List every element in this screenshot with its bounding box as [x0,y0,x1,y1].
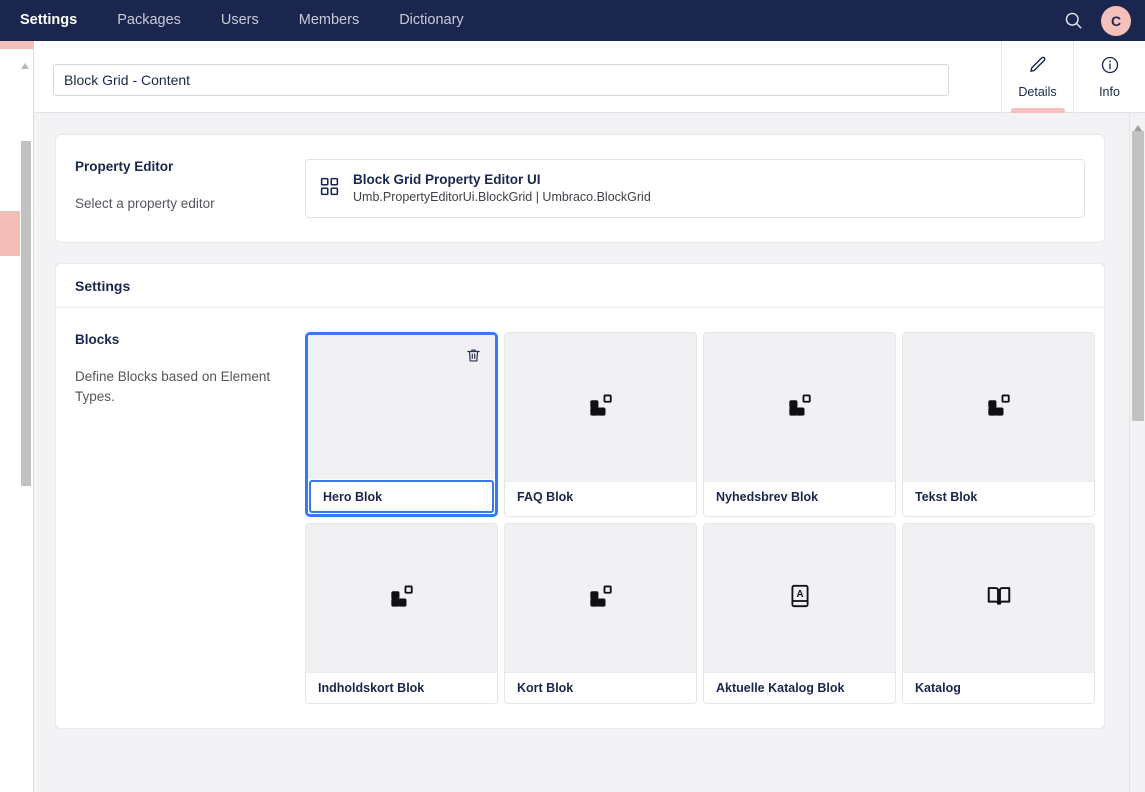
block-grid-icon [986,392,1012,423]
nav-item-packages[interactable]: Packages [97,0,201,41]
property-editor-card-body: Property Editor Select a property editor [56,135,1104,242]
editor-header: Details Info [34,41,1145,113]
block-card[interactable]: Hero Blok [305,332,498,517]
scroll-up-arrow-icon[interactable] [1133,119,1143,127]
selected-property-editor-alias: Umb.PropertyEditorUi.BlockGrid | Umbraco… [353,189,651,206]
top-navbar: Settings Packages Users Members Dictiona… [0,0,1145,41]
editor-title-input[interactable] [53,64,949,96]
navbar-right-actions: C [1059,0,1131,41]
block-card-name: Tekst Blok [903,481,1094,512]
sidebar-scrollbar-thumb[interactable] [21,141,31,486]
property-editor-label: Property Editor [75,159,289,174]
block-card[interactable]: FAQ Blok [504,332,697,517]
settings-card-body: Blocks Define Blocks based on Element Ty… [56,308,1104,728]
block-card[interactable]: Tekst Blok [902,332,1095,517]
nav-item-settings[interactable]: Settings [0,0,97,41]
editor-tabs: Details Info [1001,41,1145,113]
block-card[interactable]: A Aktuelle Katalog Blok [703,523,896,704]
property-editor-label-column: Property Editor Select a property editor [75,159,305,218]
grid-four-squares-icon [319,176,340,202]
editor-content-area: Property Editor Select a property editor [34,113,1145,792]
property-editor-description: Select a property editor [75,194,289,214]
tab-details-label: Details [1018,85,1056,99]
selected-property-editor-box[interactable]: Block Grid Property Editor UI Umb.Proper… [305,159,1085,218]
block-card-thumbnail [505,524,696,672]
address-book-icon: A [787,583,813,614]
block-card-thumbnail [903,333,1094,481]
content-scrollbar-thumb[interactable] [1132,131,1144,421]
blocks-grid: Hero Blok FAQ Blok Nyhedsbrev Blok Tekst Bl… [305,332,1095,704]
block-card-name: FAQ Blok [505,481,696,512]
tab-info[interactable]: Info [1073,41,1145,113]
block-card-name: Aktuelle Katalog Blok [704,672,895,703]
settings-card: Settings Blocks Define Blocks based on E… [55,263,1105,729]
sidebar-scroll-up-arrow[interactable] [20,57,30,65]
block-card-thumbnail [306,524,497,672]
settings-card-heading: Settings [56,264,1104,308]
block-card[interactable]: Kort Blok [504,523,697,704]
pencil-icon [1028,55,1048,80]
block-card-thumbnail [903,524,1094,672]
block-card[interactable]: Nyhedsbrev Blok [703,332,896,517]
sidebar-active-highlight [0,211,20,256]
selected-property-editor-texts: Block Grid Property Editor UI Umb.Proper… [353,171,651,206]
blocks-label-column: Blocks Define Blocks based on Element Ty… [75,332,305,704]
navbar-items: Settings Packages Users Members Dictiona… [0,0,484,41]
nav-item-dictionary[interactable]: Dictionary [379,0,483,41]
blocks-description: Define Blocks based on Element Types. [75,367,289,408]
block-card-name: Hero Blok [309,480,494,513]
block-card-name: Katalog [903,672,1094,703]
block-card-thumbnail [704,333,895,481]
block-grid-icon [588,583,614,614]
search-icon[interactable] [1059,7,1087,35]
block-card-name: Indholdskort Blok [306,672,497,703]
content-scroll-inner: Property Editor Select a property editor [34,113,1126,749]
sidebar-accent-bar [0,41,34,49]
blocks-value-column: Hero Blok FAQ Blok Nyhedsbrev Blok Tekst Bl… [305,332,1095,704]
info-circle-icon [1100,55,1120,80]
tab-info-label: Info [1099,85,1120,99]
nav-item-users[interactable]: Users [201,0,279,41]
block-grid-icon [389,583,415,614]
property-editor-value-column: Block Grid Property Editor UI Umb.Proper… [305,159,1085,218]
content-scrollbar[interactable] [1129,113,1145,792]
block-card[interactable]: Katalog [902,523,1095,704]
block-card-name: Kort Blok [505,672,696,703]
block-card-thumbnail [505,333,696,481]
selected-property-editor-name: Block Grid Property Editor UI [353,171,651,189]
blocks-label: Blocks [75,332,289,347]
block-card-name: Nyhedsbrev Blok [704,481,895,512]
tab-details[interactable]: Details [1001,41,1073,113]
trash-icon[interactable] [462,344,484,366]
nav-item-members[interactable]: Members [279,0,379,41]
block-grid-icon [588,392,614,423]
block-card-thumbnail [308,335,495,479]
block-grid-icon [787,392,813,423]
open-book-icon [985,582,1013,615]
block-card[interactable]: Indholdskort Blok [305,523,498,704]
property-editor-card: Property Editor Select a property editor [55,134,1105,243]
avatar[interactable]: C [1101,6,1131,36]
block-card-thumbnail: A [704,524,895,672]
svg-text:A: A [796,589,803,600]
left-sidebar-rail [0,41,34,792]
